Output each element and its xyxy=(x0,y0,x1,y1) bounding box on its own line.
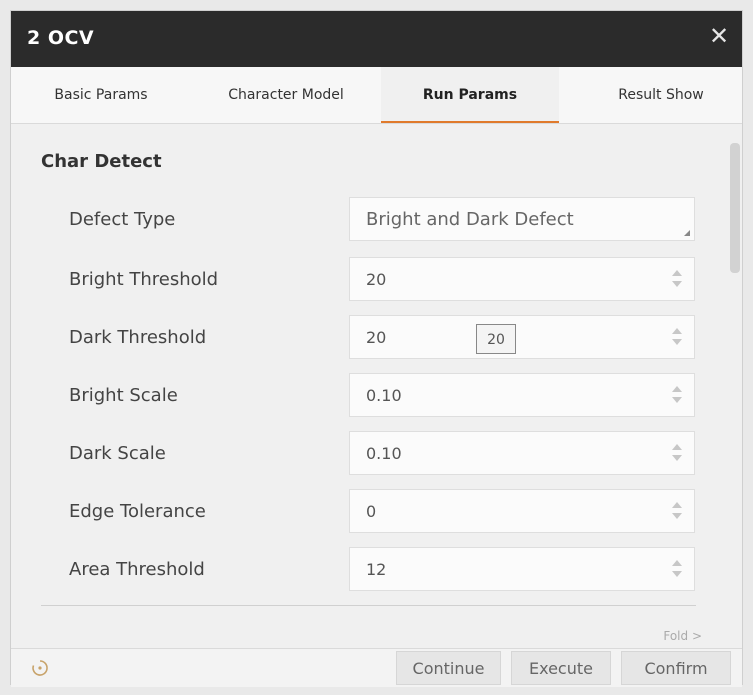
execute-button[interactable]: Execute xyxy=(511,651,611,685)
param-row-dark-threshold: Dark Threshold 20 20 xyxy=(11,315,742,361)
vertical-scrollbar[interactable] xyxy=(728,123,742,648)
param-value: 0.10 xyxy=(366,444,402,463)
section-divider xyxy=(41,605,696,606)
reload-icon[interactable] xyxy=(29,657,51,679)
window-title: 2 OCV xyxy=(27,27,95,49)
value-tooltip: 20 xyxy=(476,324,516,354)
tab-label: Basic Params xyxy=(54,87,148,103)
tab-label: Run Params xyxy=(422,87,518,103)
spinner-arrows-icon[interactable] xyxy=(670,384,682,408)
param-label: Edge Tolerance xyxy=(69,501,206,522)
dark-scale-input[interactable]: 0.10 xyxy=(349,431,695,475)
param-row-dark-scale: Dark Scale 0.10 xyxy=(11,431,742,477)
ocv-dialog: 2 OCV ✕ Basic Params Character Model Run… xyxy=(10,10,743,687)
tab-character-model[interactable]: Character Model xyxy=(201,67,371,123)
dropdown-corner-icon xyxy=(684,230,690,236)
param-label: Area Threshold xyxy=(69,559,205,580)
area-threshold-input[interactable]: 12 xyxy=(349,547,695,591)
param-label: Defect Type xyxy=(69,209,176,230)
bright-scale-input[interactable]: 0.10 xyxy=(349,373,695,417)
section-title: Char Detect xyxy=(41,151,162,172)
footer-bar: Continue Execute Confirm xyxy=(11,648,742,687)
defect-type-select[interactable]: Bright and Dark Defect xyxy=(349,197,695,241)
params-panel: Char Detect Defect Type Bright and Dark … xyxy=(11,123,742,648)
param-value: 0.10 xyxy=(366,386,402,405)
spinner-arrows-icon[interactable] xyxy=(670,500,682,524)
tab-label: Result Show xyxy=(618,87,704,103)
param-value: 0 xyxy=(366,502,377,521)
confirm-button[interactable]: Confirm xyxy=(621,651,731,685)
bright-threshold-input[interactable]: 20 xyxy=(349,257,695,301)
param-row-defect-type: Defect Type Bright and Dark Defect xyxy=(11,197,742,243)
spinner-arrows-icon[interactable] xyxy=(670,326,682,350)
param-value: 20 xyxy=(366,328,387,347)
param-label: Dark Scale xyxy=(69,443,166,464)
spinner-arrows-icon[interactable] xyxy=(670,442,682,466)
dark-threshold-input[interactable]: 20 20 xyxy=(349,315,695,359)
tab-run-params[interactable]: Run Params xyxy=(381,67,559,123)
param-label: Bright Threshold xyxy=(69,269,219,290)
param-label: Dark Threshold xyxy=(69,327,207,348)
param-value: 20 xyxy=(366,270,387,289)
close-icon[interactable]: ✕ xyxy=(706,23,732,49)
param-value: 12 xyxy=(366,560,387,579)
param-row-bright-scale: Bright Scale 0.10 xyxy=(11,373,742,419)
param-row-area-threshold: Area Threshold 12 xyxy=(11,547,742,593)
tab-basic-params[interactable]: Basic Params xyxy=(21,67,181,123)
param-label: Bright Scale xyxy=(69,385,178,406)
edge-tolerance-input[interactable]: 0 xyxy=(349,489,695,533)
scroll-thumb[interactable] xyxy=(730,143,740,273)
param-row-bright-threshold: Bright Threshold 20 xyxy=(11,257,742,303)
tab-label: Character Model xyxy=(228,87,344,103)
fold-link[interactable]: Fold > xyxy=(663,629,702,643)
tab-result-show[interactable]: Result Show xyxy=(581,67,741,123)
tab-bar: Basic Params Character Model Run Params … xyxy=(11,67,742,124)
spinner-arrows-icon[interactable] xyxy=(670,558,682,582)
param-row-edge-tolerance: Edge Tolerance 0 xyxy=(11,489,742,535)
title-bar: 2 OCV ✕ xyxy=(11,11,742,67)
spinner-arrows-icon[interactable] xyxy=(670,268,682,292)
continue-button[interactable]: Continue xyxy=(396,651,501,685)
param-value: Bright and Dark Defect xyxy=(366,209,574,230)
